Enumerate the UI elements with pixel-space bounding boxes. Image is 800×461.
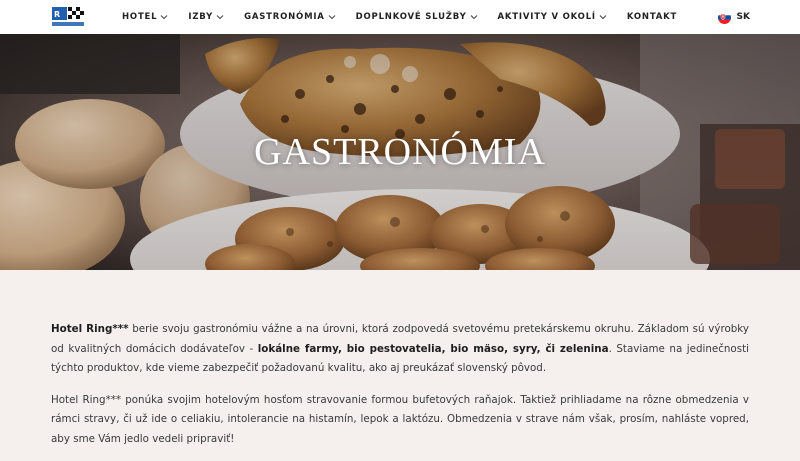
chevron-down-icon — [328, 15, 336, 20]
language-code: SK — [736, 12, 750, 22]
nav-item-kontakt[interactable]: KONTAKT — [627, 12, 677, 22]
intro-paragraph: Hotel Ring*** berie svoju gastronómiu vá… — [51, 320, 749, 379]
nav-item-doplnkove-sluzby[interactable]: DOPLNKOVÉ SLUŽBY — [356, 12, 478, 22]
chevron-down-icon — [161, 15, 168, 20]
slovak-flag-icon — [717, 10, 731, 24]
nav-label: KONTAKT — [626, 12, 678, 22]
nav-item-gastronomia[interactable]: GASTRONÓMIA — [244, 12, 336, 22]
hotel-name: Hotel Ring*** — [51, 323, 129, 335]
nav-item-hotel[interactable]: HOTEL — [122, 12, 168, 22]
nav-label: GASTRONÓMIA — [244, 12, 325, 22]
main-nav: HOTEL IZBY GASTRONÓMIA DOPLNKOVÉ SLUŽBY … — [122, 0, 697, 34]
nav-item-izby[interactable]: IZBY — [188, 12, 224, 22]
hotel-ring-logo[interactable]: R — [52, 7, 86, 27]
page-title: GASTRONÓMIA — [254, 131, 546, 173]
nav-label: HOTEL — [122, 12, 158, 22]
svg-text:R: R — [54, 10, 60, 19]
language-switcher[interactable]: SK — [717, 0, 750, 34]
nav-label: DOPLNKOVÉ SLUŽBY — [355, 12, 467, 22]
breakfast-paragraph: Hotel Ring*** ponúka svojim hotelovým ho… — [51, 393, 749, 445]
hero-banner: GASTRONÓMIA — [0, 34, 800, 270]
logo-icon: R — [52, 7, 84, 26]
chevron-down-icon — [470, 15, 477, 20]
nav-label: AKTIVITY V OKOLÍ — [497, 12, 596, 22]
nav-label: IZBY — [188, 12, 214, 22]
intro-bold: lokálne farmy, bio pestovatelia, bio mäs… — [257, 342, 609, 355]
chevron-down-icon — [216, 15, 224, 20]
main-content: Hotel Ring*** berie svoju gastronómiu vá… — [51, 320, 749, 461]
site-header: R HOTEL IZBY GASTRONÓMIA DOPLNKOVÉ SLUŽB… — [0, 0, 800, 35]
nav-item-aktivity-v-okoli[interactable]: AKTIVITY V OKOLÍ — [498, 12, 607, 22]
chevron-down-icon — [599, 15, 607, 20]
